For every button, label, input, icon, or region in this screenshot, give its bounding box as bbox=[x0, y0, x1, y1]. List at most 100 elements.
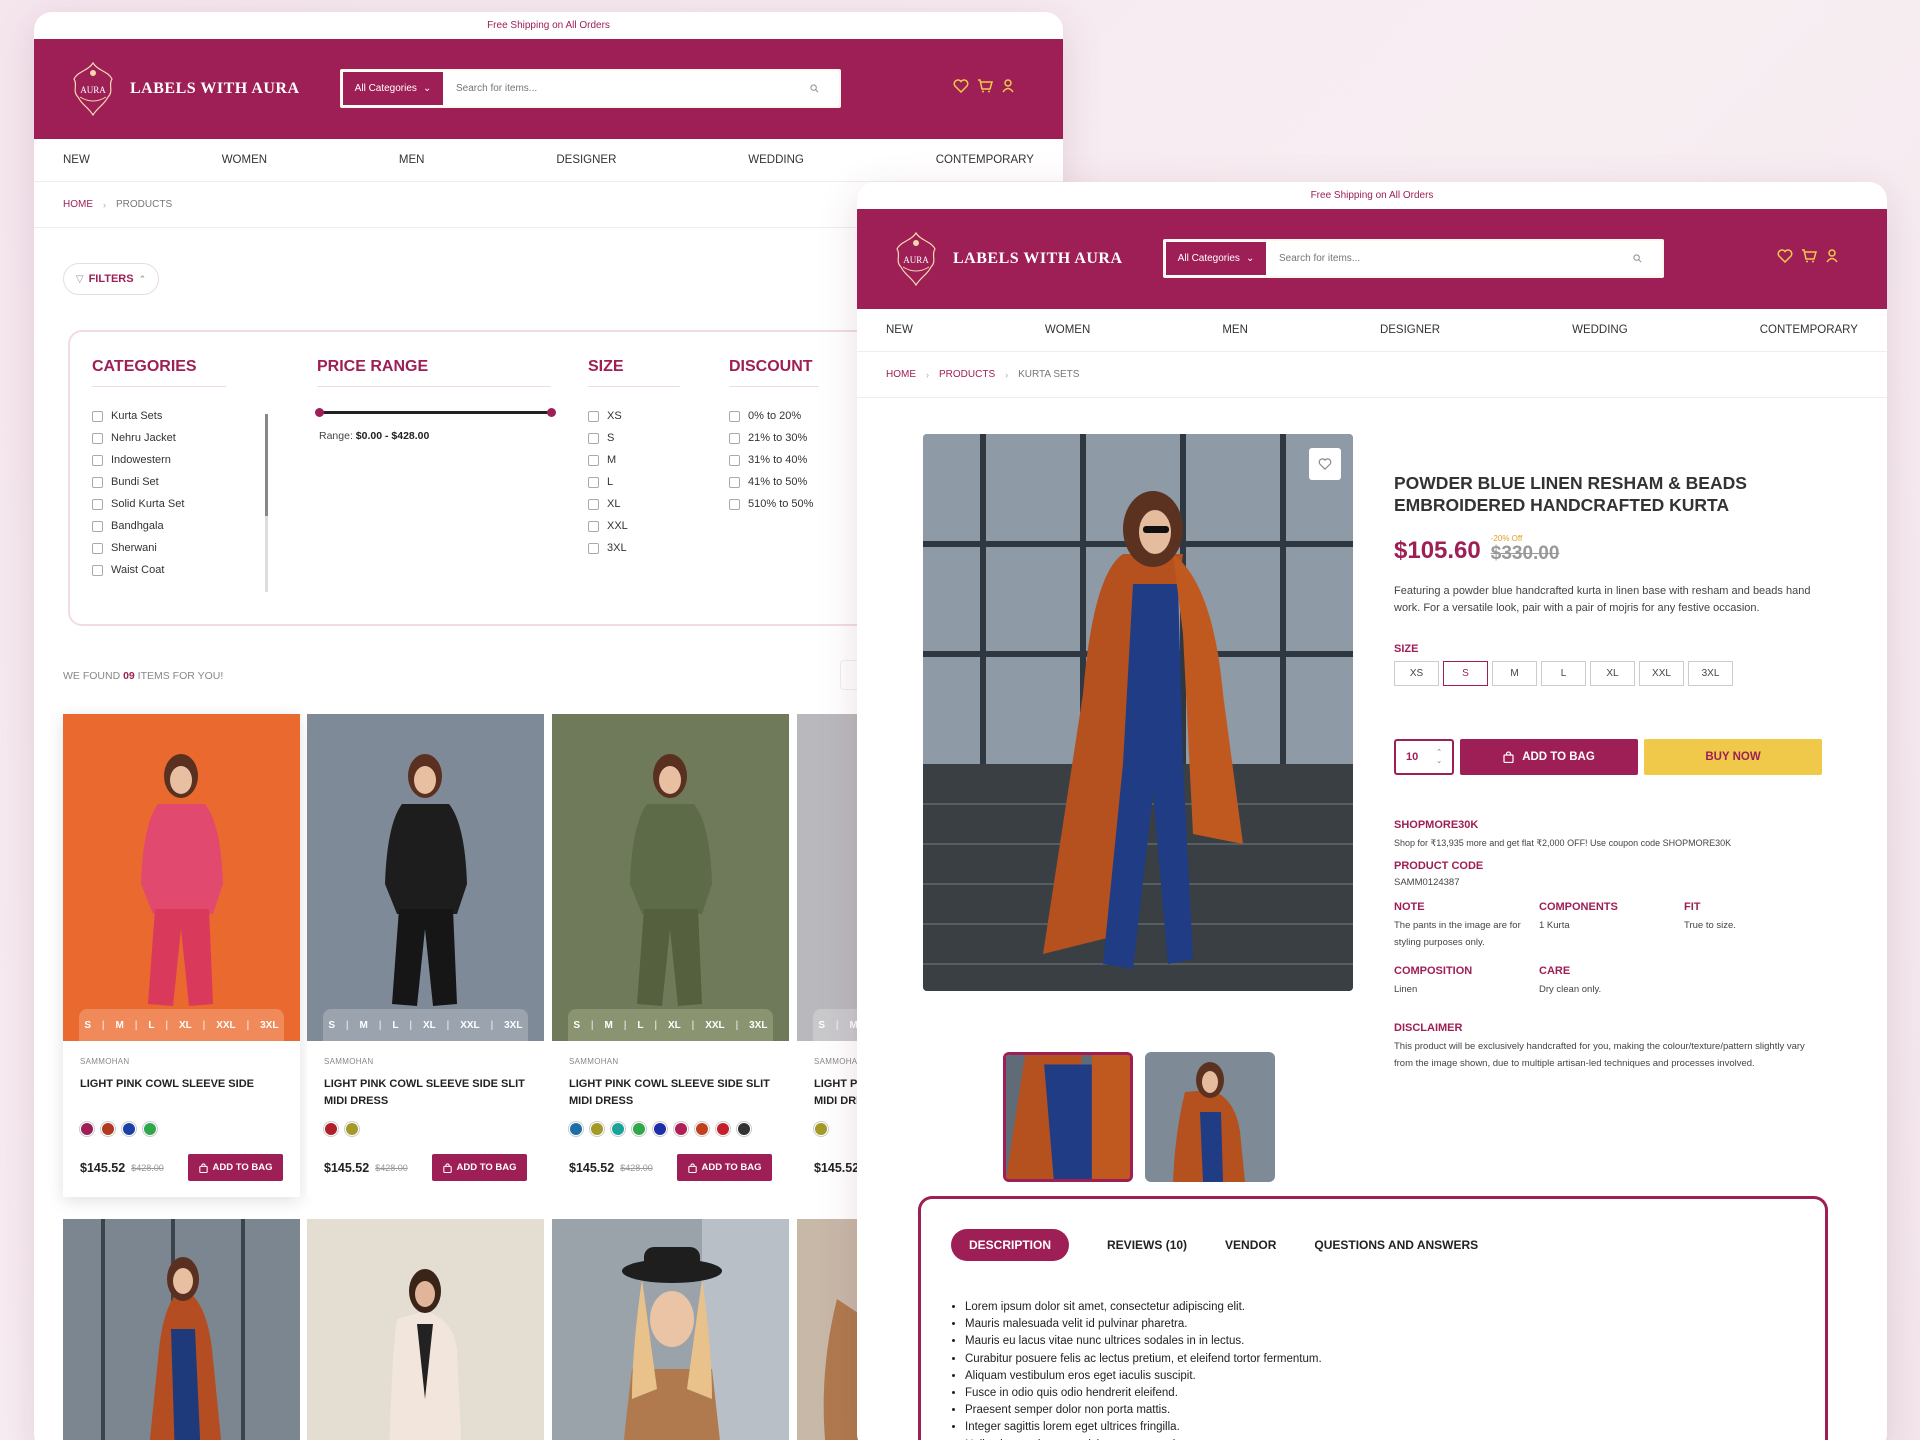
checkbox[interactable] bbox=[92, 498, 103, 510]
color-swatch[interactable] bbox=[694, 1121, 710, 1137]
product-card-image-6[interactable] bbox=[307, 1219, 544, 1440]
discount-option[interactable]: 0% to 20% bbox=[729, 405, 819, 427]
search-input[interactable] bbox=[444, 71, 789, 106]
breadcrumb-home[interactable]: HOME bbox=[63, 199, 93, 210]
category-option[interactable]: Nehru Jacket bbox=[92, 427, 226, 449]
category-option[interactable]: Kurta Sets bbox=[92, 405, 226, 427]
checkbox[interactable] bbox=[588, 476, 599, 488]
size-option[interactable]: XS bbox=[588, 405, 680, 427]
product-card[interactable]: S | M | L | XL | XXL | 3XL SAMMOHAN LIGHT PINK COWL … bbox=[63, 714, 300, 1197]
card-size-option[interactable]: 3XL bbox=[504, 1020, 522, 1031]
discount-option[interactable]: 21% to 30% bbox=[729, 427, 819, 449]
size-option-xxl[interactable]: XXL bbox=[1639, 661, 1684, 686]
card-size-option[interactable]: S bbox=[573, 1020, 580, 1031]
category-option[interactable]: Indowestern bbox=[92, 449, 226, 471]
checkbox[interactable] bbox=[92, 432, 103, 444]
checkbox[interactable] bbox=[92, 564, 103, 576]
size-option[interactable]: XL bbox=[588, 493, 680, 515]
discount-option[interactable]: 31% to 40% bbox=[729, 449, 819, 471]
category-option[interactable]: Sherwani bbox=[92, 537, 226, 559]
heart-icon[interactable] bbox=[953, 79, 969, 93]
nav-men[interactable]: MEN bbox=[1222, 324, 1248, 336]
add-to-bag-button[interactable]: ADD TO BAG bbox=[432, 1154, 527, 1181]
tab-vendor[interactable]: VENDOR bbox=[1225, 1238, 1276, 1252]
product-card[interactable]: S | M | L | XL | XXL | 3XL SAMMOHAN LIGHT PINK COWL … bbox=[307, 714, 544, 1197]
cart-icon[interactable] bbox=[1801, 249, 1817, 263]
search-icon[interactable] bbox=[1612, 241, 1662, 276]
user-icon[interactable] bbox=[1001, 79, 1015, 93]
size-option-m[interactable]: M bbox=[1492, 661, 1537, 686]
card-size-option[interactable]: XXL bbox=[216, 1020, 235, 1031]
checkbox[interactable] bbox=[92, 520, 103, 532]
checkbox[interactable] bbox=[729, 410, 740, 422]
logo-detail[interactable]: AURA LABELS WITH AURA bbox=[891, 231, 1123, 287]
size-option-l[interactable]: L bbox=[1541, 661, 1586, 686]
checkbox[interactable] bbox=[729, 454, 740, 466]
card-size-option[interactable]: S bbox=[818, 1020, 825, 1031]
card-size-option[interactable]: XL bbox=[423, 1020, 436, 1031]
checkbox[interactable] bbox=[588, 542, 599, 554]
size-option[interactable]: M bbox=[588, 449, 680, 471]
checkbox[interactable] bbox=[588, 432, 599, 444]
wishlist-button[interactable] bbox=[1309, 448, 1341, 480]
product-title[interactable]: LIGHT PINK COWL SLEEVE SIDE SLIT MIDI DR… bbox=[324, 1076, 527, 1116]
checkbox[interactable] bbox=[729, 498, 740, 510]
card-size-option[interactable]: M bbox=[360, 1020, 368, 1031]
size-option-xl[interactable]: XL bbox=[1590, 661, 1635, 686]
checkbox[interactable] bbox=[588, 454, 599, 466]
thumbnail-2[interactable] bbox=[1145, 1052, 1275, 1182]
card-size-option[interactable]: S bbox=[328, 1020, 335, 1031]
product-card[interactable]: S | M | L | XL | XXL | 3XL SAMMOHAN LIGHT PINK COWL … bbox=[552, 714, 789, 1197]
quantity-up-icon[interactable]: ⌃ bbox=[1436, 748, 1442, 757]
category-option[interactable]: Waist Coat bbox=[92, 559, 226, 581]
card-size-option[interactable]: L bbox=[637, 1020, 643, 1031]
size-option-xs[interactable]: XS bbox=[1394, 661, 1439, 686]
checkbox[interactable] bbox=[588, 410, 599, 422]
color-swatch[interactable] bbox=[568, 1121, 584, 1137]
heart-icon[interactable] bbox=[1777, 249, 1793, 263]
buy-now-button[interactable]: BUY NOW bbox=[1644, 739, 1822, 775]
nav-designer[interactable]: DESIGNER bbox=[1380, 324, 1440, 336]
product-card-image-7[interactable] bbox=[552, 1219, 789, 1440]
tab-description[interactable]: DESCRIPTION bbox=[951, 1229, 1070, 1261]
checkbox[interactable] bbox=[588, 520, 599, 532]
nav-contemporary[interactable]: CONTEMPORARY bbox=[936, 154, 1034, 166]
category-option[interactable]: Bundi Set bbox=[92, 471, 226, 493]
breadcrumb-home[interactable]: HOME bbox=[886, 369, 916, 380]
nav-new[interactable]: NEW bbox=[63, 154, 90, 166]
nav-men[interactable]: MEN bbox=[399, 154, 425, 166]
nav-women[interactable]: WOMEN bbox=[222, 154, 267, 166]
size-option[interactable]: 3XL bbox=[588, 537, 680, 559]
card-size-option[interactable]: 3XL bbox=[260, 1020, 278, 1031]
checkbox[interactable] bbox=[588, 498, 599, 510]
nav-wedding[interactable]: WEDDING bbox=[748, 154, 804, 166]
nav-women[interactable]: WOMEN bbox=[1045, 324, 1090, 336]
cart-icon[interactable] bbox=[977, 79, 993, 93]
size-option-3xl[interactable]: 3XL bbox=[1688, 661, 1733, 686]
card-size-option[interactable]: XL bbox=[668, 1020, 681, 1031]
checkbox[interactable] bbox=[92, 410, 103, 422]
breadcrumb-products[interactable]: PRODUCTS bbox=[939, 369, 995, 380]
checkbox[interactable] bbox=[729, 432, 740, 444]
color-swatch[interactable] bbox=[79, 1121, 95, 1137]
discount-option[interactable]: 41% to 50% bbox=[729, 471, 819, 493]
card-size-option[interactable]: XXL bbox=[705, 1020, 724, 1031]
quantity-stepper[interactable]: 10 ⌃ ⌄ bbox=[1394, 739, 1454, 775]
card-size-option[interactable]: XL bbox=[179, 1020, 192, 1031]
checkbox[interactable] bbox=[92, 454, 103, 466]
quantity-down-icon[interactable]: ⌄ bbox=[1436, 757, 1442, 766]
add-to-bag-button[interactable]: ADD TO BAG bbox=[1460, 739, 1638, 775]
tab-questions[interactable]: QUESTIONS AND ANSWERS bbox=[1314, 1238, 1478, 1252]
card-size-option[interactable]: M bbox=[605, 1020, 613, 1031]
product-card-image-5[interactable] bbox=[63, 1219, 300, 1440]
nav-designer[interactable]: DESIGNER bbox=[556, 154, 616, 166]
card-size-option[interactable]: S bbox=[84, 1020, 91, 1031]
size-option[interactable]: XXL bbox=[588, 515, 680, 537]
color-swatch[interactable] bbox=[121, 1121, 137, 1137]
color-swatch[interactable] bbox=[652, 1121, 668, 1137]
color-swatch[interactable] bbox=[736, 1121, 752, 1137]
card-size-option[interactable]: L bbox=[148, 1020, 154, 1031]
size-option[interactable]: L bbox=[588, 471, 680, 493]
card-size-option[interactable]: M bbox=[116, 1020, 124, 1031]
checkbox[interactable] bbox=[729, 476, 740, 488]
